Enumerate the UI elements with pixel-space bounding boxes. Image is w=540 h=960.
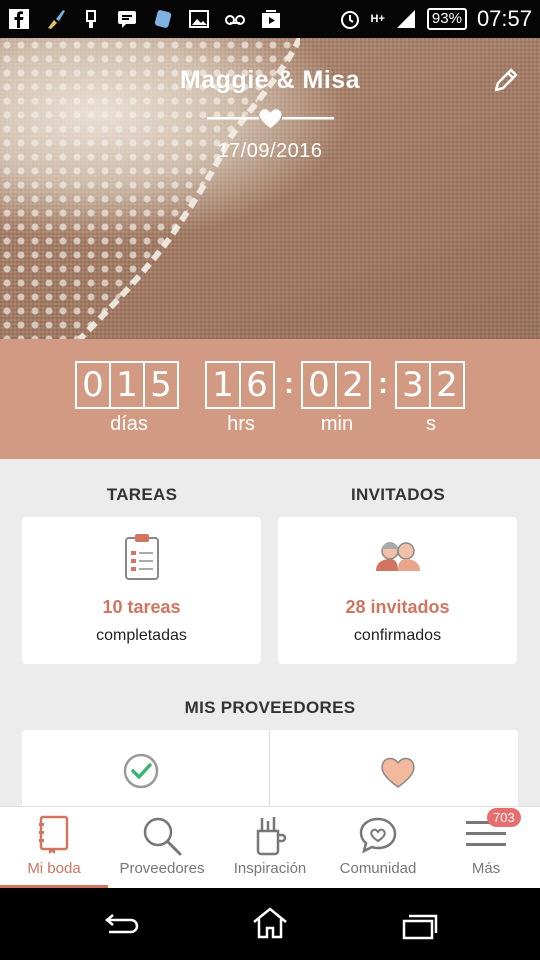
check-circle-icon[interactable] [122, 752, 160, 790]
countdown-digit: 0 [301, 361, 337, 409]
nav-label: Proveedores [119, 860, 205, 877]
video-icon [262, 10, 280, 28]
countdown-seconds: 3 2 [395, 361, 465, 409]
countdown: 0 1 5 1 6 : 0 2 : 3 2 días hrs min s [0, 339, 540, 459]
notification-icons [8, 8, 282, 30]
app-icon [154, 10, 172, 28]
bottom-nav: Mi boda Proveedores Inspiración Comunida… [0, 806, 540, 889]
broom-icon [48, 10, 65, 29]
countdown-days-label: días [110, 413, 148, 435]
battery-level: 93% [426, 8, 467, 30]
nav-label: Comunidad [339, 860, 417, 877]
voicemail-icon [225, 15, 245, 25]
network-type: H+ [370, 13, 385, 25]
nav-label: Mi boda [27, 860, 81, 877]
countdown-digit: 5 [143, 361, 179, 409]
countdown-minutes-label: min [320, 413, 354, 435]
guests-title: INVITADOS [350, 485, 445, 504]
search-icon [143, 817, 182, 856]
vendors-divider [269, 730, 270, 810]
countdown-separator: : [284, 367, 294, 400]
notification-badge: 703 [487, 808, 521, 827]
countdown-hours: 1 6 [205, 361, 275, 409]
countdown-digit: 6 [239, 361, 275, 409]
heart-divider-icon [207, 109, 334, 128]
nav-inspiracion[interactable]: Inspiración [216, 807, 324, 889]
status-bar: H+ 93% 07:57 [0, 0, 540, 38]
notebook-icon [39, 815, 69, 854]
status-right: H+ 93% 07:57 [339, 6, 532, 32]
hero-banner: Maggie & Misa 17/09/2016 [0, 38, 540, 339]
guests-card[interactable]: 28 invitados confirmados [278, 517, 517, 664]
guests-count: 28 invitados [345, 597, 450, 617]
edit-icon[interactable] [492, 66, 520, 94]
wedding-date: 17/09/2016 [217, 140, 323, 162]
guests-status: confirmados [353, 627, 442, 644]
facebook-icon [9, 9, 29, 29]
chat-heart-icon [359, 817, 397, 854]
countdown-separator: : [378, 367, 388, 400]
nav-mi-boda[interactable]: Mi boda [0, 807, 108, 889]
heart-icon[interactable] [378, 754, 418, 790]
guests-icon [376, 542, 420, 571]
countdown-digit: 0 [75, 361, 111, 409]
nav-label: Inspiración [233, 860, 307, 877]
tasks-card[interactable]: 10 tareas completadas [22, 517, 261, 664]
nav-mas[interactable]: Más [432, 807, 540, 889]
countdown-hours-label: hrs [227, 413, 255, 435]
couple-names: Maggie & Misa [179, 66, 361, 94]
countdown-digit: 2 [335, 361, 371, 409]
tasks-title: TAREAS [106, 485, 178, 504]
countdown-digit: 1 [205, 361, 241, 409]
countdown-digit: 1 [109, 361, 145, 409]
clipboard-icon [125, 534, 159, 580]
image-icon [189, 10, 209, 28]
message-icon [118, 11, 136, 28]
recent-apps-icon[interactable] [401, 912, 439, 940]
vendors-title: MIS PROVEEDORES [184, 698, 356, 717]
tasks-count: 10 tareas [102, 597, 181, 617]
home-icon[interactable] [251, 906, 289, 940]
pencil-cup-icon [256, 817, 287, 856]
back-icon[interactable] [101, 912, 139, 938]
nav-comunidad[interactable]: Comunidad [324, 807, 432, 889]
clock: 07:57 [476, 6, 532, 31]
usb-icon [86, 10, 96, 28]
countdown-minutes: 0 2 [301, 361, 371, 409]
countdown-seconds-label: s [426, 413, 436, 435]
vendors-card [22, 730, 518, 810]
nav-proveedores[interactable]: Proveedores [108, 807, 216, 889]
countdown-digit: 2 [429, 361, 465, 409]
nav-label: Más [471, 860, 501, 877]
countdown-days: 0 1 5 [75, 361, 179, 409]
system-nav-bar [0, 888, 540, 960]
tasks-status: completadas [96, 627, 187, 644]
countdown-digit: 3 [395, 361, 431, 409]
alarm-icon [340, 11, 359, 29]
signal-icon [396, 10, 415, 28]
